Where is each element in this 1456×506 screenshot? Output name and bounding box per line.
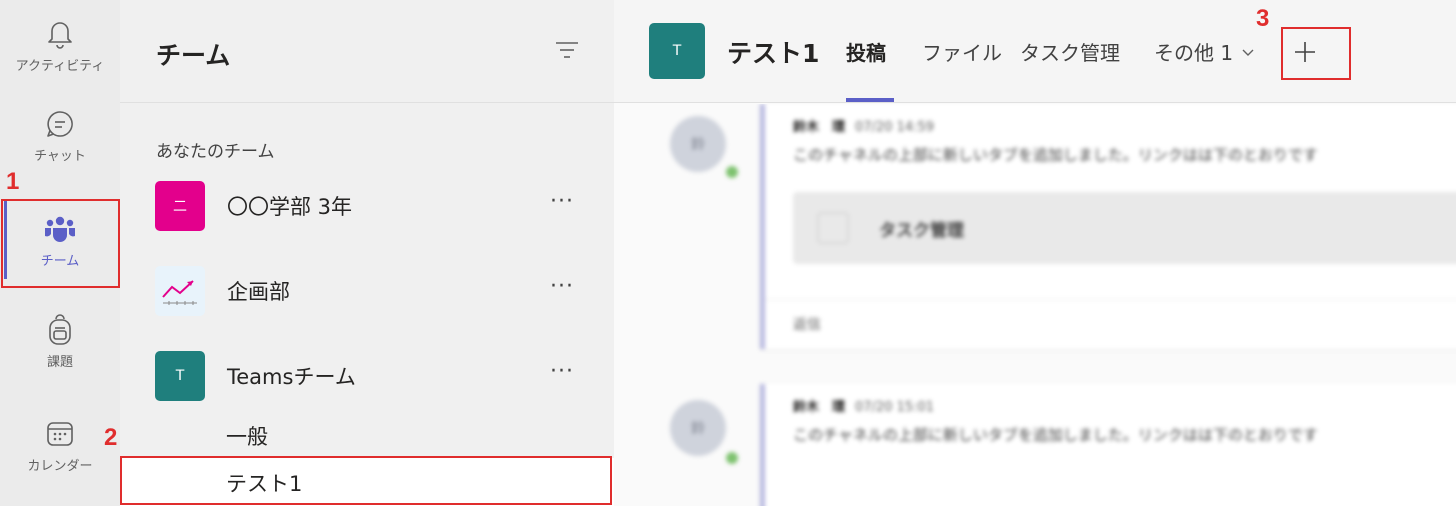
- avatar[interactable]: 鈴: [670, 400, 726, 456]
- rail-label: チャット: [34, 148, 86, 164]
- post-meta: 鈴木 環 07/20 15:01: [793, 396, 934, 415]
- post-time: 07/20 14:59: [855, 120, 935, 135]
- filter-button[interactable]: [554, 38, 580, 62]
- channel-avatar: T: [649, 23, 705, 79]
- tab-more-dropdown[interactable]: その他 1: [1154, 37, 1255, 66]
- post-author: 鈴木 環: [793, 120, 846, 135]
- add-tab-button[interactable]: [1286, 28, 1324, 76]
- callout-number: 3: [1256, 5, 1270, 32]
- channel-item-general[interactable]: 一般: [120, 411, 614, 459]
- tab-posts[interactable]: 投稿: [846, 37, 886, 66]
- channel-name: 一般: [226, 425, 268, 449]
- presence-indicator: [724, 164, 740, 180]
- team-name: Teamsチーム: [227, 365, 356, 389]
- rail-item-activity[interactable]: アクティビティ: [0, 0, 120, 90]
- pane-title: チーム: [156, 41, 231, 70]
- channel-title: テスト1: [727, 39, 820, 68]
- more-options-button[interactable]: ···: [550, 359, 574, 384]
- post-text: このチャネルの上部に新しいタブを追加しました。リンクはは下のとおりです: [793, 146, 1318, 164]
- trend-chart-icon: [162, 280, 197, 305]
- channel-main: T テスト1 投稿 ファイル タスク管理 その他 1 鈴 鈴木 環 07/20 1…: [614, 0, 1456, 506]
- filter-icon: [556, 42, 578, 58]
- post-meta: 鈴木 環 07/20 14:59: [793, 116, 934, 135]
- teams-pane-header: チーム: [120, 0, 614, 103]
- rail-label: チーム: [40, 253, 80, 269]
- rail-label: カレンダー: [27, 458, 93, 474]
- app-rail: アクティビティ チャット チーム 課題 カレンダー: [0, 0, 120, 506]
- calendar-icon: [43, 417, 77, 451]
- more-options-button[interactable]: ···: [550, 274, 574, 299]
- tab-card-title: タスク管理: [879, 221, 964, 241]
- reply-label: 返信: [793, 317, 821, 333]
- callout-number: 2: [104, 424, 118, 451]
- bell-icon: [43, 17, 77, 51]
- channel-header: T テスト1 投稿 ファイル タスク管理 その他 1: [614, 0, 1456, 103]
- reply-button[interactable]: 返信: [765, 299, 1456, 349]
- rail-item-calendar[interactable]: カレンダー: [0, 400, 120, 490]
- rail-label: 課題: [46, 354, 73, 370]
- post-text: このチャネルの上部に新しいタブを追加しました。リンクはは下のとおりです: [793, 426, 1318, 444]
- chevron-down-icon: [1242, 49, 1254, 56]
- tab-card[interactable]: タスク管理: [793, 192, 1456, 264]
- feed-content: 鈴 鈴木 環 07/20 14:59 このチャネルの上部に新しいタブを追加しました…: [614, 104, 1456, 506]
- backpack-icon: [43, 313, 77, 347]
- team-row[interactable]: T Teamsチーム ···: [120, 345, 614, 407]
- tab-task-management[interactable]: タスク管理: [1020, 37, 1120, 66]
- team-avatar: T: [155, 351, 205, 401]
- rail-item-chat[interactable]: チャット: [0, 90, 120, 180]
- teams-list-pane: チーム あなたのチーム 二 〇〇学部 3年 ··· 企画部 ··· T Team…: [120, 0, 614, 506]
- teams-icon: [43, 212, 77, 246]
- tab-card-icon: [817, 212, 849, 244]
- channel-item-test1[interactable]: テスト1: [120, 458, 614, 506]
- team-name: 企画部: [227, 280, 290, 304]
- post-author: 鈴木 環: [793, 400, 846, 415]
- post-card: 鈴木 環 07/20 14:59 このチャネルの上部に新しいタブを追加しました。リ…: [760, 104, 1456, 349]
- active-tab-indicator: [846, 98, 894, 102]
- team-row[interactable]: 二 〇〇学部 3年 ···: [120, 175, 614, 237]
- callout-number: 1: [6, 168, 20, 195]
- avatar[interactable]: 鈴: [670, 116, 726, 172]
- rail-item-assignments[interactable]: 課題: [0, 296, 120, 386]
- plus-icon: [1295, 42, 1315, 62]
- conversation-feed: 鈴 鈴木 環 07/20 14:59 このチャネルの上部に新しいタブを追加しました…: [614, 104, 1456, 506]
- team-row[interactable]: 企画部 ···: [120, 260, 614, 322]
- rail-item-teams[interactable]: チーム: [0, 195, 120, 285]
- post-time: 07/20 15:01: [855, 400, 935, 415]
- presence-indicator: [724, 450, 740, 466]
- more-options-button[interactable]: ···: [550, 189, 574, 214]
- team-avatar: [155, 266, 205, 316]
- chat-icon: [43, 107, 77, 141]
- tab-files[interactable]: ファイル: [922, 37, 1002, 66]
- tab-more-label: その他 1: [1154, 41, 1234, 65]
- team-avatar: 二: [155, 181, 205, 231]
- section-label-your-teams: あなたのチーム: [156, 142, 275, 162]
- team-name: 〇〇学部 3年: [227, 195, 353, 219]
- channel-name: テスト1: [226, 472, 303, 496]
- rail-label: アクティビティ: [15, 58, 105, 74]
- post-card: 鈴木 環 07/20 15:01 このチャネルの上部に新しいタブを追加しました。リ…: [760, 384, 1456, 506]
